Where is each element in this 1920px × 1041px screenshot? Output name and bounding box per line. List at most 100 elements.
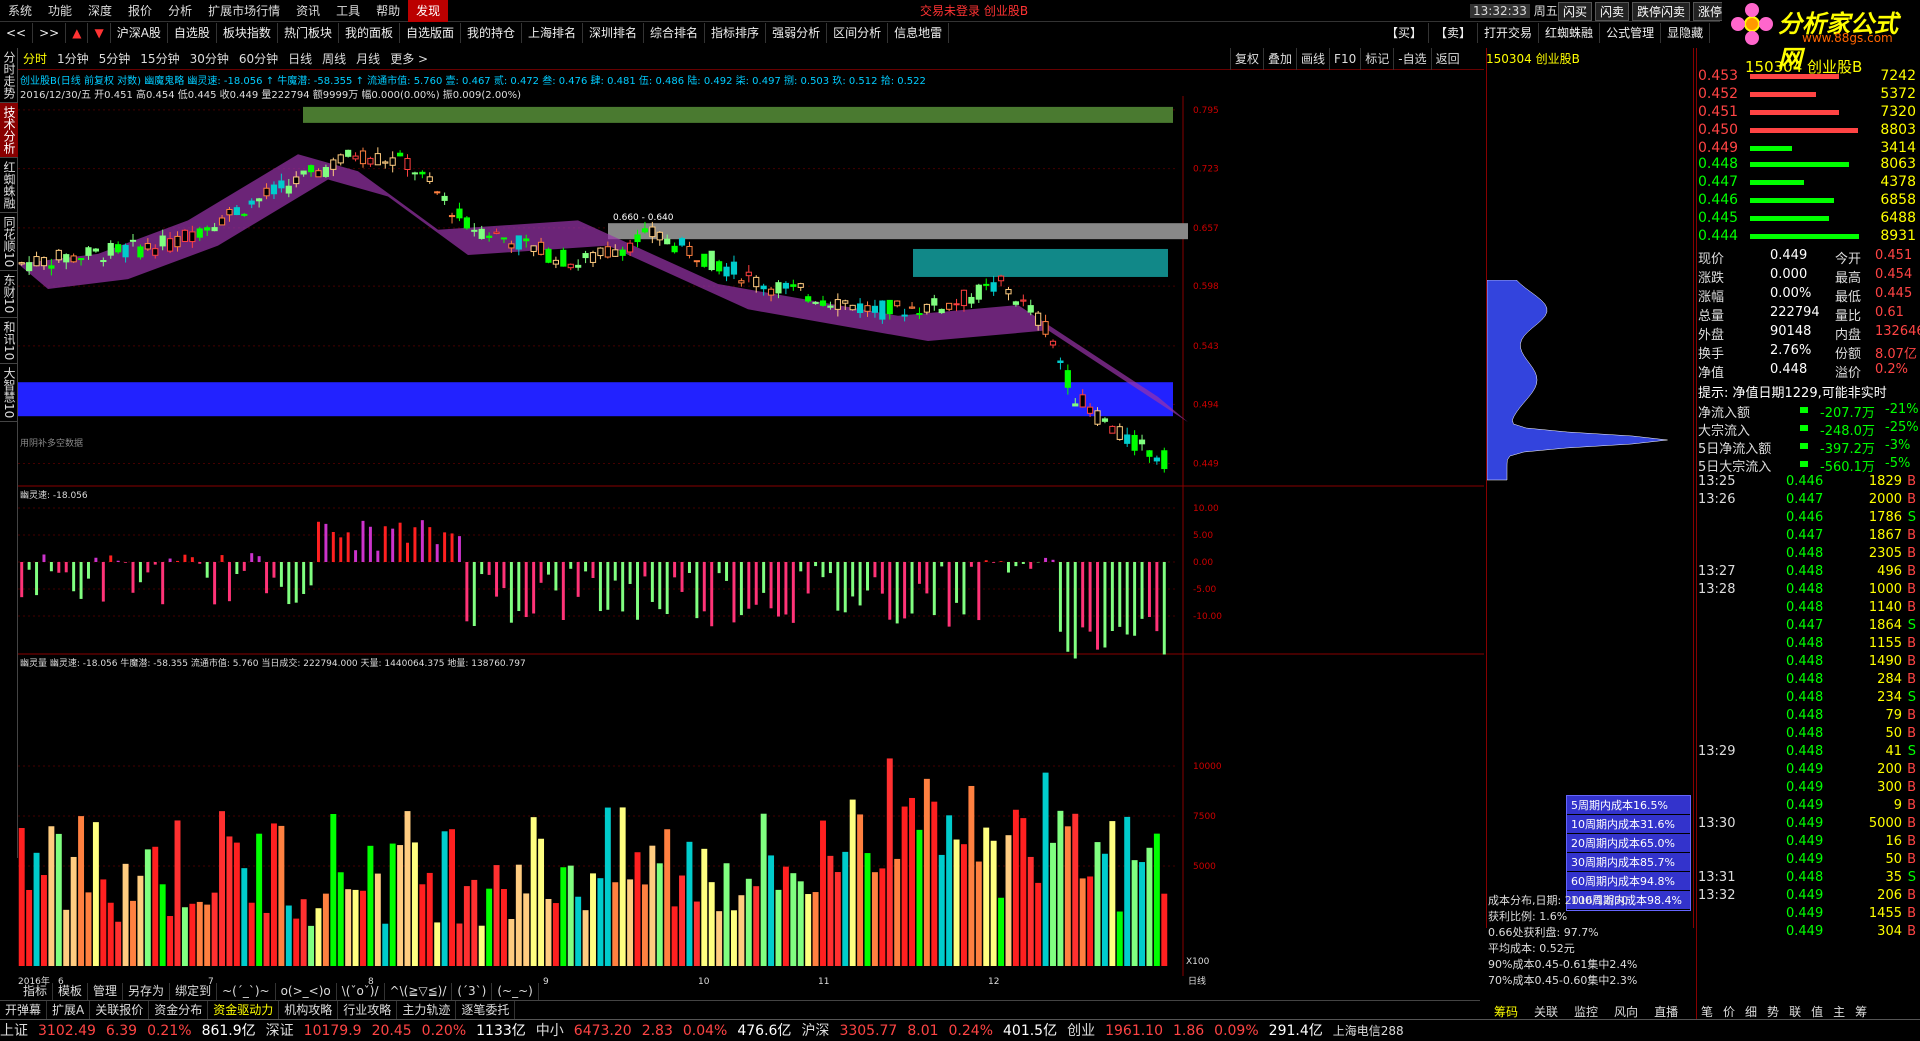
- quote-tab-7[interactable]: 筹: [1850, 1003, 1872, 1020]
- tool-0[interactable]: 复权: [1230, 48, 1263, 70]
- menu-item-6[interactable]: 资讯: [288, 0, 328, 22]
- menu-item-1[interactable]: 功能: [40, 0, 80, 22]
- nav-item-17[interactable]: 信息地雷: [888, 23, 950, 43]
- index-name[interactable]: 上证: [0, 1020, 28, 1041]
- period-3[interactable]: 15分钟: [135, 48, 184, 70]
- bottom-tab-8[interactable]: 逐笔委托: [456, 1000, 516, 1019]
- menu-item-7[interactable]: 工具: [328, 0, 368, 22]
- menu-item-8[interactable]: 帮助: [368, 0, 408, 22]
- indicator-tool-2[interactable]: 管理: [88, 983, 124, 1000]
- quote-tab-0[interactable]: 笔: [1696, 1003, 1718, 1020]
- indicator-tool-6[interactable]: o(>_<)o: [276, 983, 337, 1000]
- tool-5[interactable]: -自选: [1393, 48, 1430, 70]
- nav-item-1[interactable]: >>: [33, 23, 67, 43]
- nav-item-11[interactable]: 上海排名: [522, 23, 584, 43]
- nav-right-item-0[interactable]: 【买】: [1380, 23, 1430, 43]
- nav-item-3[interactable]: ▼: [88, 23, 111, 43]
- nav-right-item-2[interactable]: 打开交易: [1478, 23, 1540, 43]
- bid-row-2[interactable]: 0.446 6858: [1698, 192, 1920, 210]
- sidebar-tab-5[interactable]: 和讯10: [0, 318, 18, 364]
- menu-item-3[interactable]: 报价: [120, 0, 160, 22]
- nav-item-16[interactable]: 区间分析: [827, 23, 889, 43]
- chip-tab-3[interactable]: 风向: [1606, 1003, 1646, 1020]
- nav-item-14[interactable]: 指标排序: [705, 23, 767, 43]
- sidebar-tab-4[interactable]: 东财10: [0, 271, 18, 318]
- period-5[interactable]: 60分钟: [234, 48, 283, 70]
- sidebar-tab-2[interactable]: 红蜘蛛融: [0, 158, 18, 213]
- indicator-tool-9[interactable]: (ˊ3ˋ): [452, 983, 493, 1000]
- period-9[interactable]: 更多 >: [385, 48, 433, 70]
- chip-tab-4[interactable]: 直播: [1646, 1003, 1686, 1020]
- period-7[interactable]: 周线: [317, 48, 351, 70]
- quote-tab-6[interactable]: 主: [1828, 1003, 1850, 1020]
- nav-right-item-4[interactable]: 公式管理: [1600, 23, 1662, 43]
- tool-1[interactable]: 叠加: [1263, 48, 1296, 70]
- bottom-tab-2[interactable]: 关联报价: [90, 1000, 150, 1019]
- ask-row-3[interactable]: 0.450 8803: [1698, 122, 1920, 140]
- nav-item-9[interactable]: 自选版面: [400, 23, 461, 43]
- tool-6[interactable]: 返回: [1430, 48, 1464, 70]
- bid-row-1[interactable]: 0.447 4378: [1698, 174, 1920, 192]
- nav-item-12[interactable]: 深圳排名: [583, 23, 645, 43]
- sidebar-tab-1[interactable]: 技术分析: [0, 103, 18, 158]
- chip-tab-0[interactable]: 筹码: [1486, 1003, 1526, 1020]
- quote-tab-2[interactable]: 细: [1740, 1003, 1762, 1020]
- period-4[interactable]: 30分钟: [185, 48, 234, 70]
- bid-row-3[interactable]: 0.445 6488: [1698, 210, 1920, 228]
- index-name[interactable]: 中小: [536, 1020, 564, 1041]
- menu-item-2[interactable]: 深度: [80, 0, 120, 22]
- nav-right-item-5[interactable]: 显隐藏: [1661, 23, 1711, 43]
- period-6[interactable]: 日线: [283, 48, 317, 70]
- nav-item-8[interactable]: 我的面板: [339, 23, 400, 43]
- nav-item-4[interactable]: 沪深A股: [111, 23, 168, 43]
- period-8[interactable]: 月线: [351, 48, 385, 70]
- bottom-tab-0[interactable]: 开弹幕: [0, 1000, 48, 1019]
- indicator-tool-7[interactable]: \(ˇoˇ)/: [337, 983, 385, 1000]
- nav-right-item-3[interactable]: 红蜘蛛融: [1539, 23, 1601, 43]
- tool-2[interactable]: 画线: [1296, 48, 1329, 70]
- bottom-tab-3[interactable]: 资金分布: [149, 1000, 209, 1019]
- ask-row-0[interactable]: 0.453 7242: [1698, 68, 1920, 86]
- index-name[interactable]: 深证: [266, 1020, 294, 1041]
- quote-tab-5[interactable]: 值: [1806, 1003, 1828, 1020]
- quick-trade-button-1[interactable]: 闪卖: [1595, 2, 1630, 21]
- chip-tab-2[interactable]: 监控: [1566, 1003, 1606, 1020]
- nav-right-item-1[interactable]: 【卖】: [1429, 23, 1479, 43]
- nav-item-2[interactable]: ▲: [66, 23, 89, 43]
- bottom-tab-6[interactable]: 行业攻略: [338, 1000, 398, 1019]
- period-2[interactable]: 5分钟: [94, 48, 136, 70]
- menu-item-0[interactable]: 系统: [0, 0, 40, 22]
- quick-trade-button-2[interactable]: 跌停闪卖: [1632, 2, 1691, 21]
- indicator-tool-1[interactable]: 模板: [53, 983, 89, 1000]
- tool-4[interactable]: 标记: [1360, 48, 1393, 70]
- indicator-tool-8[interactable]: ^\(≧▽≦)/: [385, 983, 453, 1000]
- nav-item-5[interactable]: 自选股: [168, 23, 217, 43]
- menu-item-9[interactable]: 发现: [408, 0, 449, 22]
- ask-row-1[interactable]: 0.452 5372: [1698, 86, 1920, 104]
- ask-row-2[interactable]: 0.451 7320: [1698, 104, 1920, 122]
- quote-tab-1[interactable]: 价: [1718, 1003, 1740, 1020]
- quick-trade-button-0[interactable]: 闪买: [1558, 2, 1593, 21]
- indicator-tool-10[interactable]: (~_~): [492, 983, 539, 1000]
- indicator-tool-4[interactable]: 绑定到: [170, 983, 218, 1000]
- kline-chart[interactable]: 0.795 0.723 0.657 0.598 0.543 0.494 0.449 0.660…: [18, 96, 1484, 986]
- nav-item-10[interactable]: 我的持仓: [461, 23, 522, 43]
- index-name[interactable]: 创业: [1067, 1020, 1095, 1041]
- sidebar-tab-6[interactable]: 大智慧10: [0, 364, 18, 423]
- sidebar-tab-0[interactable]: 分时走势: [0, 48, 18, 103]
- tool-3[interactable]: F10: [1329, 48, 1360, 70]
- indicator-tool-5[interactable]: ~(ˊ_ˋ)~: [217, 983, 276, 1000]
- nav-item-6[interactable]: 板块指数: [217, 23, 278, 43]
- period-0[interactable]: 分时: [18, 48, 52, 70]
- bid-row-4[interactable]: 0.444 8931: [1698, 228, 1920, 246]
- nav-item-15[interactable]: 强弱分析: [766, 23, 828, 43]
- bottom-tab-7[interactable]: 主力轨迹: [397, 1000, 457, 1019]
- quote-tab-3[interactable]: 势: [1762, 1003, 1784, 1020]
- bid-row-0[interactable]: 0.448 8063: [1698, 156, 1920, 174]
- nav-item-0[interactable]: <<: [0, 23, 34, 43]
- menu-item-4[interactable]: 分析: [160, 0, 200, 22]
- bottom-tab-1[interactable]: 扩展A: [47, 1000, 91, 1019]
- bottom-tab-4[interactable]: 资金驱动力: [208, 1000, 280, 1019]
- indicator-tool-0[interactable]: 指标: [18, 983, 54, 1000]
- chip-tab-1[interactable]: 关联: [1526, 1003, 1566, 1020]
